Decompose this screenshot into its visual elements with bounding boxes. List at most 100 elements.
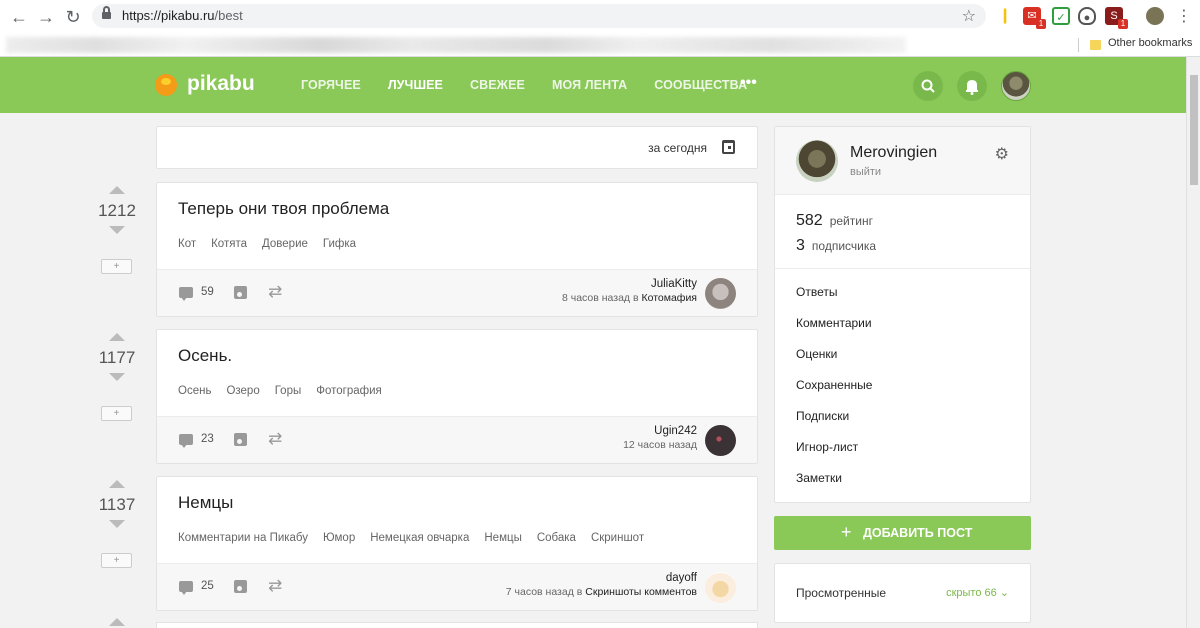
author-avatar[interactable]	[705, 278, 736, 309]
notifications-button[interactable]	[957, 71, 987, 101]
save-icon[interactable]	[234, 286, 247, 299]
tag[interactable]: Кот	[178, 238, 196, 250]
upvote-arrow-icon[interactable]	[109, 333, 125, 341]
menu-best[interactable]: ЛУЧШЕЕ	[388, 78, 443, 92]
post-title[interactable]: Осень.	[178, 346, 232, 366]
community-link[interactable]: Котомафия	[641, 292, 697, 304]
add-post-button[interactable]: + ДОБАВИТЬ ПОСТ	[774, 516, 1031, 550]
scrollbar[interactable]	[1186, 57, 1200, 628]
save-icon[interactable]	[234, 580, 247, 593]
more-menu-icon[interactable]: •••	[740, 74, 757, 92]
url-text[interactable]: https://pikabu.ru/best	[122, 8, 243, 23]
checklist-extension-icon[interactable]: ✓	[1052, 7, 1070, 25]
expand-post-button[interactable]: +	[101, 406, 132, 421]
post-title[interactable]: Немцы	[178, 493, 233, 513]
comment-count[interactable]: 59	[201, 286, 214, 298]
downvote-arrow-icon[interactable]	[109, 520, 125, 528]
link-comments[interactable]: Комментарии	[796, 316, 872, 347]
subscribers-label[interactable]: подписчика	[812, 239, 876, 253]
downvote-arrow-icon[interactable]	[109, 373, 125, 381]
logout-link[interactable]: выйти	[850, 166, 881, 178]
forward-arrow-icon[interactable]: →	[35, 6, 57, 28]
bookmarks-bar: Other bookmarks	[0, 33, 1200, 57]
lock-icon	[102, 6, 111, 20]
site-logo[interactable]: pikabu	[187, 72, 255, 96]
author-name[interactable]: Ugin242	[623, 425, 697, 437]
shield-extension-icon[interactable]: ●	[1078, 7, 1096, 25]
avatar[interactable]	[796, 140, 838, 182]
expand-post-button[interactable]: +	[101, 259, 132, 274]
tag[interactable]: Озеро	[226, 385, 259, 397]
other-bookmarks-label[interactable]: Other bookmarks	[1108, 37, 1192, 49]
link-subscriptions[interactable]: Подписки	[796, 409, 872, 440]
author-avatar[interactable]	[705, 425, 736, 456]
post-tags: Кот Котята Доверие Гифка	[178, 238, 371, 250]
calendar-icon[interactable]	[722, 140, 735, 154]
hidden-toggle[interactable]: скрыто 66 ⌄	[946, 586, 1009, 599]
upvote-arrow-icon[interactable]	[109, 618, 125, 626]
search-button[interactable]	[913, 71, 943, 101]
post-meta: 12 часов назад	[623, 439, 697, 451]
bookmark-star-icon[interactable]: ☆	[962, 6, 976, 26]
gmail-extension-icon[interactable]: ✉ 1	[1023, 7, 1046, 29]
tag[interactable]: Скриншот	[591, 532, 644, 544]
menu-communities[interactable]: СООБЩЕСТВА	[654, 78, 747, 92]
folder-icon[interactable]	[1090, 40, 1101, 50]
link-notes[interactable]: Заметки	[796, 471, 872, 502]
expand-post-button[interactable]: +	[101, 553, 132, 568]
author-avatar[interactable]	[705, 572, 736, 603]
link-ignore-list[interactable]: Игнор-лист	[796, 440, 872, 471]
scrollbar-thumb[interactable]	[1190, 75, 1198, 185]
comment-icon[interactable]	[179, 287, 193, 301]
share-icon[interactable]: ⇄	[268, 576, 282, 596]
tag[interactable]: Горы	[275, 385, 302, 397]
post-title[interactable]: Теперь они твоя проблема	[178, 199, 389, 219]
upvote-arrow-icon[interactable]	[109, 186, 125, 194]
tag[interactable]: Собака	[537, 532, 576, 544]
link-saved[interactable]: Сохраненные	[796, 378, 872, 409]
menu-my-feed[interactable]: МОЯ ЛЕНТА	[552, 78, 627, 92]
tag[interactable]: Гифка	[323, 238, 356, 250]
tag[interactable]: Фотография	[316, 385, 382, 397]
menu-fresh[interactable]: СВЕЖЕЕ	[470, 78, 525, 92]
tag[interactable]: Котята	[211, 238, 247, 250]
tag[interactable]: Немцы	[484, 532, 521, 544]
profile-avatar-icon[interactable]	[1146, 7, 1164, 25]
address-bar[interactable]: https://pikabu.ru/best ☆	[92, 4, 986, 28]
user-avatar[interactable]	[1001, 71, 1031, 101]
downvote-arrow-icon[interactable]	[109, 226, 125, 234]
tag[interactable]: Немецкая овчарка	[370, 532, 469, 544]
back-arrow-icon[interactable]: ←	[8, 6, 30, 28]
share-icon[interactable]: ⇄	[268, 429, 282, 449]
divider	[775, 268, 1030, 269]
author-name[interactable]: dayoff	[506, 572, 697, 584]
tag[interactable]: Доверие	[262, 238, 308, 250]
date-filter[interactable]: за сегодня	[156, 126, 758, 169]
menu-dots-icon[interactable]: ⋮	[1173, 6, 1195, 28]
upvote-arrow-icon[interactable]	[109, 480, 125, 488]
tag[interactable]: Комментарии на Пикабу	[178, 532, 308, 544]
tag[interactable]: Юмор	[323, 532, 355, 544]
gear-icon[interactable]: ⚙	[995, 144, 1009, 164]
comment-count[interactable]: 25	[201, 580, 214, 592]
viewed-label[interactable]: Просмотренные	[796, 586, 886, 600]
author-name[interactable]: JuliaKitty	[562, 278, 697, 290]
link-ratings[interactable]: Оценки	[796, 347, 872, 378]
extension-pin-icon[interactable]: ❙	[996, 7, 1014, 25]
comment-icon[interactable]	[179, 434, 193, 448]
link-replies[interactable]: Ответы	[796, 285, 872, 316]
menu-hot[interactable]: ГОРЯЧЕЕ	[301, 78, 361, 92]
search-icon	[921, 79, 935, 93]
pikabu-logo-icon[interactable]	[155, 74, 177, 96]
save-icon[interactable]	[234, 433, 247, 446]
s-extension-icon[interactable]: S1	[1105, 7, 1128, 29]
reload-icon[interactable]: ↻	[62, 6, 84, 28]
tag[interactable]: Осень	[178, 385, 211, 397]
comment-icon[interactable]	[179, 581, 193, 595]
comment-count[interactable]: 23	[201, 433, 214, 445]
community-link[interactable]: Скриншоты комментов	[585, 586, 697, 598]
bell-icon	[966, 80, 978, 95]
username[interactable]: Merovingien	[850, 144, 937, 162]
share-icon[interactable]: ⇄	[268, 282, 282, 302]
date-filter-label[interactable]: за сегодня	[648, 141, 707, 155]
